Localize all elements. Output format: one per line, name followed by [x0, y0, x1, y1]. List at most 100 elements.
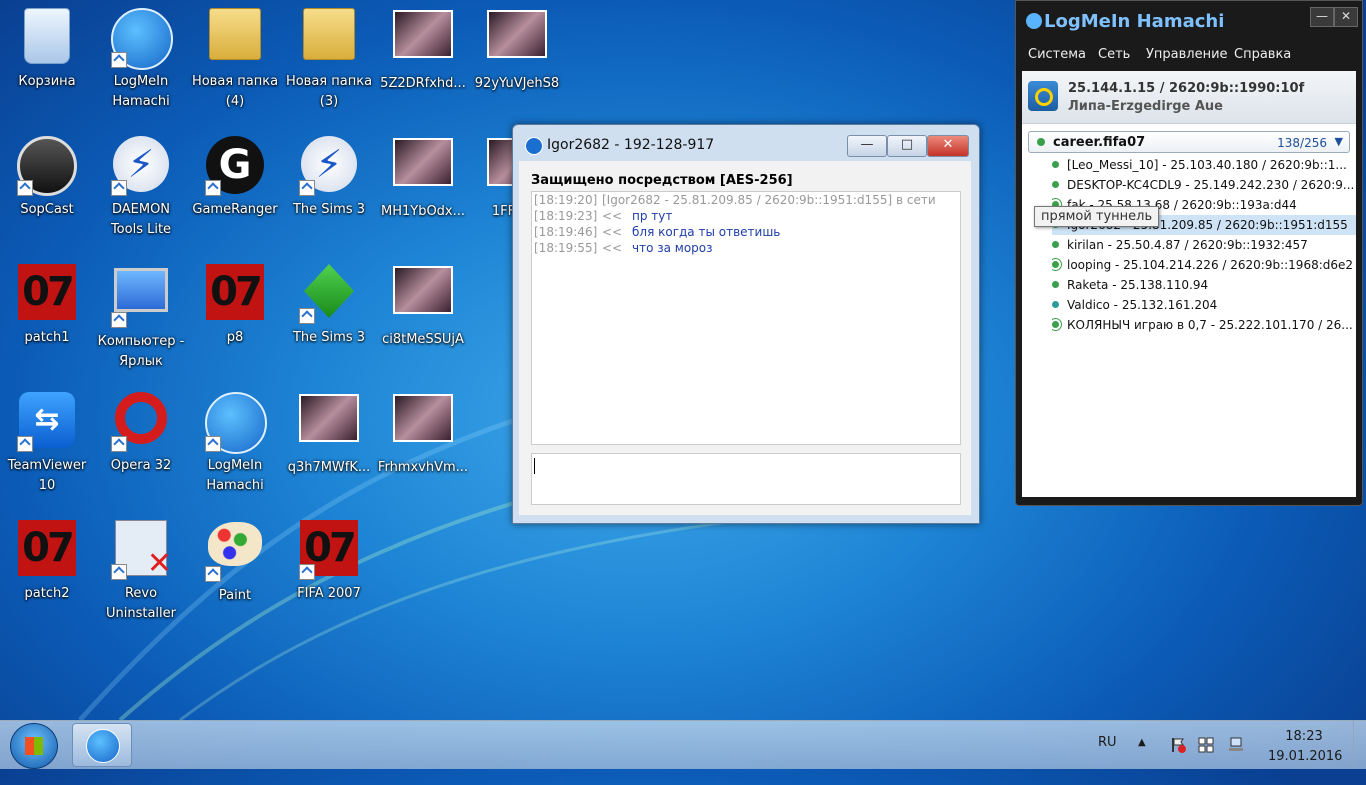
- close-button[interactable]: ✕: [927, 135, 969, 157]
- desktop-icon-label: SopCast: [20, 202, 74, 217]
- online-status-icon: [1052, 241, 1059, 248]
- minimize-button[interactable]: —: [1310, 7, 1334, 27]
- sims3-plumbob-icon: [299, 264, 359, 324]
- desktop-icon-label: Paint: [218, 588, 252, 603]
- network-header[interactable]: career.fifa07 138/256 ▼: [1028, 131, 1350, 153]
- member-label: Raketa - 25.138.110.94: [1067, 278, 1209, 292]
- chat-title: Igor2682 - 192-128-917: [547, 137, 715, 153]
- clock-date: 19.01.2016: [1268, 749, 1343, 764]
- online-status-icon: [1037, 138, 1045, 146]
- network-member[interactable]: DESKTOP-KC4CDL9 - 25.149.242.230 / 2620:…: [1052, 175, 1356, 195]
- minimize-button[interactable]: —: [847, 135, 887, 157]
- own-client-name: Липа-Erzgedirge Aue: [1068, 99, 1223, 114]
- desktop-icon-sims3-2[interactable]: The Sims 3: [282, 258, 376, 378]
- chevron-down-icon[interactable]: ▼: [1335, 135, 1343, 148]
- desktop-icon-label: The Sims 3: [292, 202, 365, 217]
- desktop-icon-label: Компьютер - Ярлык: [97, 334, 185, 369]
- chat-line: [18:19:46] << бля когда ты ответишь: [532, 224, 960, 240]
- desktop-icon-fifa2007[interactable]: 07 FIFA 2007: [282, 514, 376, 634]
- hamachi-icon: [111, 8, 173, 70]
- power-icon[interactable]: [1028, 81, 1058, 111]
- desktop-icon-label: q3h7MWfK...: [287, 460, 371, 475]
- menu-network[interactable]: Сеть: [1098, 47, 1130, 62]
- start-button[interactable]: [10, 723, 58, 769]
- desktop-icon-recycle-bin[interactable]: Корзина: [0, 2, 94, 122]
- taskbar-hamachi-button[interactable]: [72, 723, 132, 767]
- desktop-icon-hamachi-2[interactable]: LogMeIn Hamachi: [188, 386, 282, 506]
- desktop-icon-paint[interactable]: Paint: [188, 514, 282, 634]
- show-desktop-button[interactable]: [1353, 721, 1366, 769]
- chat-direction: <<: [602, 225, 623, 239]
- photo-thumbnail-icon: [393, 394, 453, 454]
- desktop-icon-5z2d[interactable]: 5Z2DRfxhd...: [376, 2, 470, 122]
- desktop-icon-label: Новая папка (4): [191, 74, 279, 109]
- desktop-icon-daemon-tools[interactable]: ⚡ DAEMON Tools Lite: [94, 130, 188, 250]
- desktop-icon-computer[interactable]: Компьютер - Ярлык: [94, 258, 188, 378]
- desktop-icon-p8[interactable]: 07 p8: [188, 258, 282, 378]
- hamachi-menubar: Система Сеть Управление Справка: [1016, 47, 1362, 67]
- daemon-tools-icon: ⚡: [111, 136, 171, 196]
- network-name: career.fifa07: [1053, 135, 1146, 150]
- desktop-icon-label: FIFA 2007: [297, 586, 361, 601]
- desktop-icon-92yy[interactable]: 92yYuVJehS8: [470, 2, 564, 122]
- gameranger-icon: G: [205, 136, 265, 196]
- desktop-icon-label: 92yYuVJehS8: [474, 76, 560, 91]
- hamachi-window[interactable]: LogMeIn Hamachi — ✕ Система Сеть Управле…: [1015, 0, 1363, 506]
- network-member-count: 138/256: [1277, 136, 1327, 150]
- desktop-icon-opera[interactable]: Opera 32: [94, 386, 188, 506]
- chat-system-message: [Igor2682 - 25.81.209.85 / 2620:9b::1951…: [602, 193, 936, 207]
- chat-direction: <<: [602, 209, 623, 223]
- chat-input[interactable]: [531, 453, 961, 505]
- desktop-icon-sims3[interactable]: ⚡ The Sims 3: [282, 130, 376, 250]
- desktop-icon-patch2[interactable]: 07 patch2: [0, 514, 94, 634]
- maximize-button[interactable]: □: [887, 135, 927, 157]
- network-member[interactable]: looping - 25.104.214.226 / 2620:9b::1968…: [1052, 255, 1356, 275]
- sims3-icon: ⚡: [299, 136, 359, 196]
- chat-log[interactable]: [18:19:20] [Igor2682 - 25.81.209.85 / 262…: [531, 191, 961, 445]
- chat-line: [18:19:20] [Igor2682 - 25.81.209.85 / 262…: [532, 192, 960, 208]
- desktop-icon-gameranger[interactable]: G GameRanger: [188, 130, 282, 250]
- desktop-icon-revo[interactable]: Revo Uninstaller: [94, 514, 188, 634]
- desktop-icon-folder-3[interactable]: Новая папка (3): [282, 2, 376, 122]
- desktop-icon-sopcast[interactable]: SopCast: [0, 130, 94, 250]
- network-member[interactable]: Valdico - 25.132.161.204: [1052, 295, 1356, 315]
- network-member[interactable]: [Leo_Messi_10] - 25.103.40.180 / 2620:9b…: [1052, 155, 1356, 175]
- desktop-icon-q3h7[interactable]: q3h7MWfK...: [282, 386, 376, 506]
- hamachi-content: 25.144.1.15 / 2620:9b::1990:10f Липа-Erz…: [1022, 71, 1356, 497]
- menu-help[interactable]: Справка: [1234, 47, 1291, 62]
- hamachi-icon: [86, 729, 120, 763]
- close-button[interactable]: ✕: [1334, 7, 1358, 27]
- network-member[interactable]: КОЛЯНЫЧ играю в 0,7 - 25.222.101.170 / 2…: [1052, 315, 1356, 335]
- language-indicator[interactable]: RU: [1098, 735, 1117, 783]
- desktop-icon-label: Корзина: [18, 74, 76, 89]
- network-icon[interactable]: [1228, 737, 1244, 753]
- menu-system[interactable]: Система: [1028, 47, 1086, 62]
- show-hidden-icons-icon[interactable]: ▲: [1138, 737, 1146, 785]
- action-center-flag-icon[interactable]: [1170, 737, 1186, 753]
- menu-manage[interactable]: Управление: [1146, 47, 1228, 62]
- desktop-icon-label: Новая папка (3): [285, 74, 373, 109]
- desktop-icon-mh1y[interactable]: MH1YbOdx...: [376, 130, 470, 250]
- windows-icon[interactable]: [1198, 737, 1214, 753]
- fifa07-icon: 07: [17, 264, 77, 324]
- chat-titlebar[interactable]: Igor2682 - 192-128-917 — □ ✕: [513, 125, 979, 159]
- desktop-icon-teamviewer[interactable]: ⇆ TeamViewer 10: [0, 386, 94, 506]
- desktop-icon-folder-4[interactable]: Новая папка (4): [188, 2, 282, 122]
- chat-timestamp: [18:19:55]: [534, 241, 598, 255]
- desktop-icon-frhm[interactable]: FrhmxvhVm...: [376, 386, 470, 506]
- desktop-icon-label: ci8tMeSSUjA: [382, 332, 464, 347]
- desktop-icon-label: The Sims 3: [292, 330, 365, 345]
- network-member[interactable]: Raketa - 25.138.110.94: [1052, 275, 1356, 295]
- desktop-icon-ci8t[interactable]: ci8tMeSSUjA: [376, 258, 470, 378]
- photo-thumbnail-icon: [299, 394, 359, 454]
- photo-thumbnail-icon: [393, 138, 453, 198]
- online-status-icon: [1052, 281, 1059, 288]
- network-member[interactable]: kirilan - 25.50.4.87 / 2620:9b::1932:457: [1052, 235, 1356, 255]
- desktop-icon-hamachi[interactable]: LogMeIn Hamachi: [94, 2, 188, 122]
- hamachi-title-text: LogMeIn Hamachi: [1044, 11, 1225, 32]
- hamachi-title: LogMeIn Hamachi: [1026, 11, 1224, 32]
- chat-direction: <<: [602, 241, 623, 255]
- online-status-icon: [1052, 301, 1059, 308]
- desktop-icon-patch1[interactable]: 07 patch1: [0, 258, 94, 378]
- chat-window[interactable]: Igor2682 - 192-128-917 — □ ✕ Защищено по…: [512, 124, 980, 524]
